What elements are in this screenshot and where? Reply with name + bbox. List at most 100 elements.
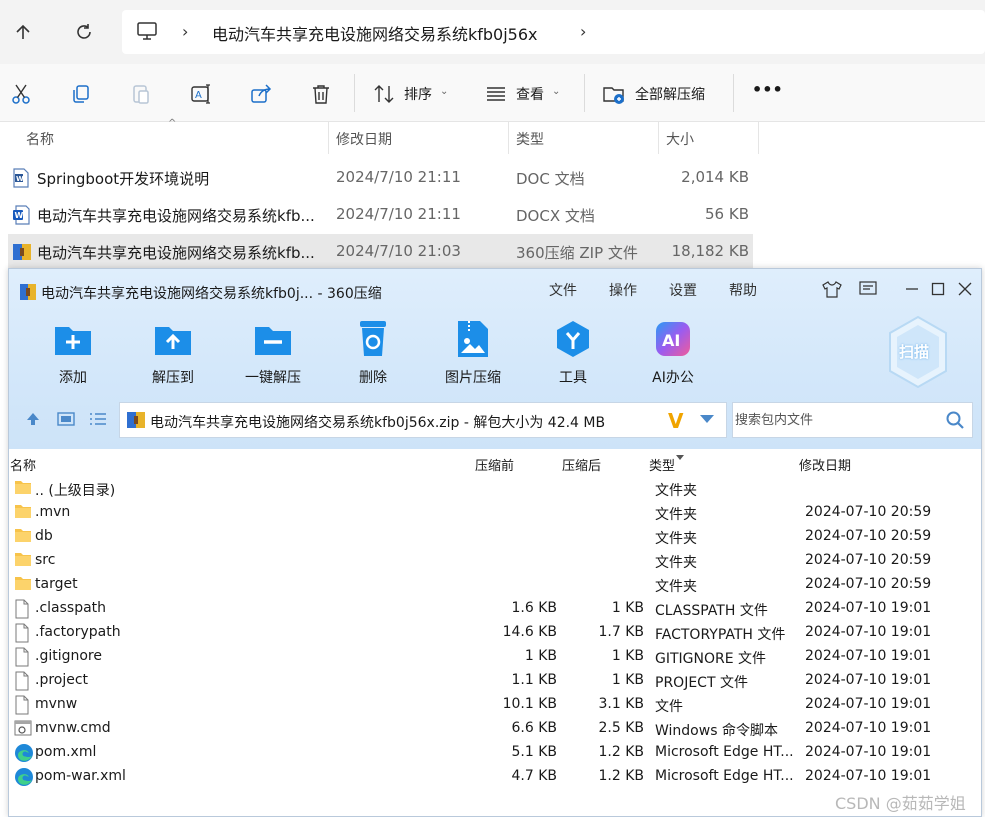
file-name: 电动汽车共享充电设施网络交易系统kfb... [37, 207, 315, 225]
entry-size-after: 1 KB [611, 672, 644, 688]
column-divider[interactable] [508, 122, 509, 154]
image-compress-button[interactable]: 图片压缩 [428, 319, 518, 389]
sort-button[interactable]: 排序 [404, 84, 432, 104]
file-row[interactable]: W 电动汽车共享充电设施网络交易系统kfb... 2024/7/10 21:11… [8, 197, 753, 231]
column-header-size[interactable]: 大小 [666, 129, 694, 149]
column-header-name[interactable]: 名称 [26, 129, 54, 149]
archive-entry-row[interactable]: .mvn 文件夹 2024-07-10 20:59 [9, 501, 981, 525]
extract-all-icon[interactable] [602, 82, 626, 106]
breadcrumb-folder[interactable]: 电动汽车共享充电设施网络交易系统kfb0j56x [212, 21, 538, 45]
chevron-right-icon[interactable]: › [580, 22, 586, 41]
entry-modified: 2024-07-10 20:59 [805, 504, 932, 520]
close-icon[interactable] [954, 278, 976, 300]
delete-button[interactable]: 删除 [328, 319, 418, 389]
list-view-icon[interactable] [89, 411, 107, 431]
chevron-down-icon[interactable]: ⌄ [552, 86, 560, 97]
delete-icon[interactable] [309, 82, 333, 106]
svg-text:A: A [195, 90, 202, 101]
cut-icon[interactable] [9, 82, 33, 106]
archive-path-bar[interactable]: 电动汽车共享充电设施网络交易系统kfb0j56x.zip - 解包大小为 42.… [119, 402, 727, 438]
extract-to-button[interactable]: 解压到 [128, 319, 218, 389]
entry-type: Windows 命令脚本 [655, 723, 778, 739]
recycle-bin-icon [353, 319, 393, 359]
feedback-icon[interactable] [857, 278, 879, 300]
refresh-icon[interactable] [70, 18, 98, 46]
column-header-modified[interactable]: 修改日期 [336, 129, 392, 149]
archive-entry-row[interactable]: .factorypath 14.6 KB 1.7 KB FACTORYPATH 文件 2… [9, 621, 981, 647]
view-button[interactable]: 查看 [516, 84, 544, 104]
column-header-type[interactable]: 类型 [516, 129, 544, 149]
toolbar-divider [354, 74, 355, 112]
column-header-before[interactable]: 压缩前 [475, 455, 514, 474]
skin-shirt-icon[interactable] [821, 278, 843, 300]
folder-icon [14, 527, 32, 547]
archive-entry-row[interactable]: mvnw 10.1 KB 3.1 KB 文件 2024-07-10 19:01 [9, 693, 981, 717]
archive-entry-row[interactable]: db 文件夹 2024-07-10 20:59 [9, 525, 981, 549]
chevron-right-icon[interactable]: › [182, 22, 188, 41]
rename-icon[interactable]: A [189, 82, 213, 106]
ai-office-button[interactable]: AI AI办公 [628, 319, 718, 389]
column-divider[interactable] [658, 122, 659, 154]
file-icon [14, 623, 30, 647]
paste-icon[interactable] [129, 82, 153, 106]
file-row[interactable]: W Springboot开发环境说明 2024/7/10 21:11 DOC 文… [8, 160, 753, 194]
address-bar[interactable]: › 电动汽车共享充电设施网络交易系统kfb0j56x › [122, 10, 985, 54]
entry-size-after: 1 KB [611, 600, 644, 616]
entry-type: Microsoft Edge HT... [655, 744, 794, 760]
entry-type: 文件夹 [655, 555, 697, 571]
entry-name: pom.xml [35, 744, 97, 760]
file-size: 56 KB [705, 205, 749, 223]
archive-entry-row[interactable]: src 文件夹 2024-07-10 20:59 [9, 549, 981, 573]
column-header-type[interactable]: 类型 [649, 455, 675, 474]
up-arrow-icon[interactable] [9, 18, 37, 46]
extract-all-button[interactable]: 全部解压缩 [635, 84, 705, 104]
archive-entry-row[interactable]: pom-war.xml 4.7 KB 1.2 KB Microsoft Edge HT… [9, 765, 981, 789]
column-header-name[interactable]: 名称 [10, 455, 36, 474]
menu-operate[interactable]: 操作 [609, 280, 637, 300]
image-compress-label: 图片压缩 [445, 370, 501, 386]
archive-search-input[interactable] [735, 409, 935, 431]
svg-text:W: W [15, 211, 24, 220]
file-row-selected[interactable]: 电动汽车共享充电设施网络交易系统kfb... 2024/7/10 21:03 3… [8, 234, 753, 268]
menu-help[interactable]: 帮助 [729, 280, 757, 300]
thumbnail-view-icon[interactable] [57, 411, 75, 431]
entry-name: .classpath [35, 600, 107, 616]
add-button[interactable]: 添加 [28, 319, 118, 389]
column-divider[interactable] [328, 122, 329, 154]
entry-size-before: 1 KB [524, 648, 557, 664]
one-click-extract-button[interactable]: 一键解压 [228, 319, 318, 389]
archive-entry-row[interactable]: .classpath 1.6 KB 1 KB CLASSPATH 文件 2024-07-… [9, 597, 981, 621]
tools-button[interactable]: 工具 [528, 319, 618, 389]
minimize-icon[interactable] [901, 278, 923, 300]
v-logo-icon[interactable]: V [668, 409, 683, 433]
chevron-down-icon[interactable]: ⌄ [440, 86, 448, 97]
scan-button[interactable]: 扫描 [887, 315, 949, 389]
archive-search-box[interactable] [732, 402, 973, 438]
archive-entry-row[interactable]: .. (上级目录) 文件夹 [9, 477, 981, 501]
share-icon[interactable] [249, 82, 273, 106]
sort-icon[interactable] [372, 82, 396, 106]
entry-name: .mvn [35, 504, 71, 520]
archive-entry-row[interactable]: mvnw.cmd 6.6 KB 2.5 KB Windows 命令脚本 2024-07-… [9, 717, 981, 741]
entry-size-before: 14.6 KB [502, 624, 557, 640]
archive-entry-row[interactable]: pom.xml 5.1 KB 1.2 KB Microsoft Edge HT... 2… [9, 741, 981, 765]
up-level-icon[interactable] [25, 411, 41, 431]
archive-entry-row[interactable]: .gitignore 1 KB 1 KB GITIGNORE 文件 2024-07-10… [9, 645, 981, 669]
menu-file[interactable]: 文件 [549, 280, 577, 300]
archive-entry-row[interactable]: target 文件夹 2024-07-10 20:59 [9, 573, 981, 597]
menu-settings[interactable]: 设置 [669, 280, 697, 300]
copy-icon[interactable] [69, 82, 93, 106]
view-icon[interactable] [484, 82, 508, 106]
more-options-icon[interactable]: ••• [752, 80, 783, 99]
column-header-modified[interactable]: 修改日期 [799, 455, 851, 474]
entry-modified: 2024-07-10 19:01 [805, 648, 932, 664]
column-header-after[interactable]: 压缩后 [562, 455, 601, 474]
watermark: CSDN @茹茹学姐 [835, 794, 966, 813]
maximize-icon[interactable] [927, 278, 949, 300]
column-divider[interactable] [758, 122, 759, 154]
entry-name: target [35, 576, 78, 592]
archive-entry-row[interactable]: .project 1.1 KB 1 KB PROJECT 文件 2024-07-10 1… [9, 669, 981, 693]
path-dropdown-arrow-icon[interactable] [700, 415, 714, 423]
tools-label: 工具 [559, 370, 587, 386]
search-icon[interactable] [945, 410, 965, 434]
